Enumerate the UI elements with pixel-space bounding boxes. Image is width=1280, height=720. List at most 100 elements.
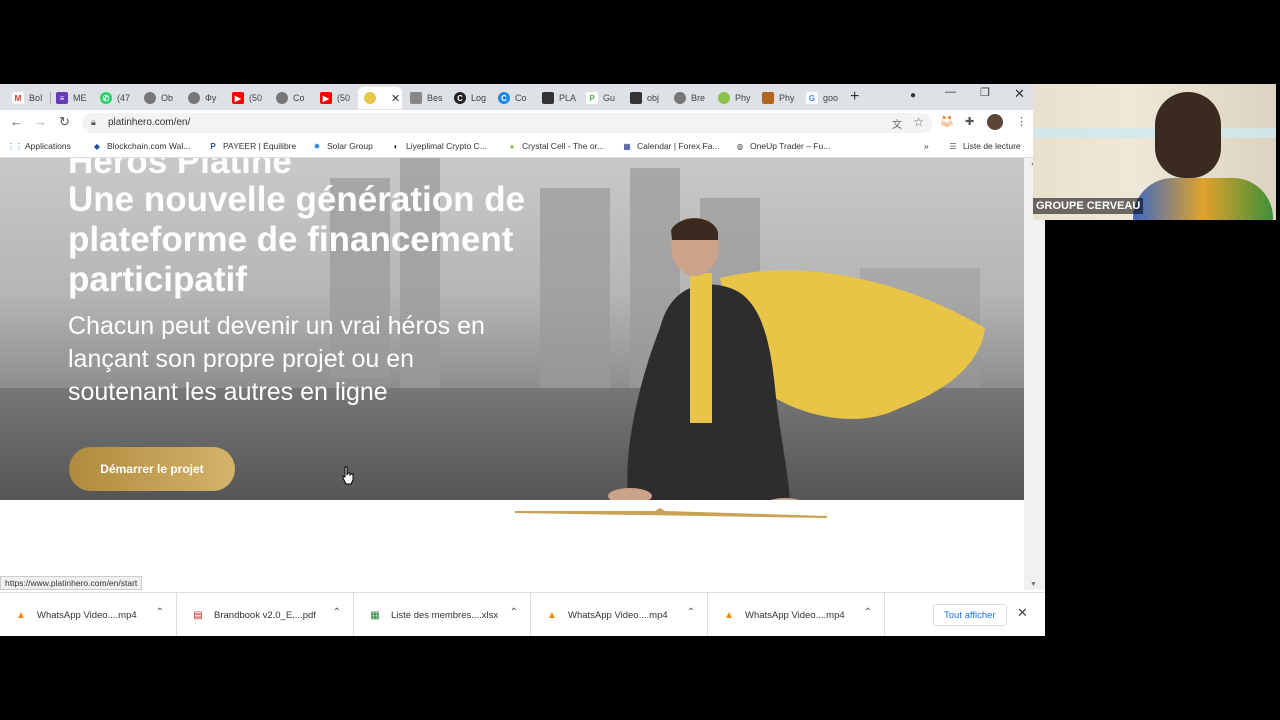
- browser-window: M Boî ≡ ME ✆ (47 Ob Фу ▶ (50 Co ▶ (50 ✕ …: [0, 84, 1045, 636]
- tab[interactable]: G goo: [800, 87, 842, 109]
- bookmark-item[interactable]: ✹ Solar Group: [312, 141, 373, 151]
- metamask-icon[interactable]: 🦊︎: [940, 115, 954, 128]
- site-icon: P: [586, 92, 598, 104]
- scroll-down-icon[interactable]: ▼: [1030, 581, 1037, 588]
- back-icon[interactable]: ←: [10, 114, 23, 129]
- page-viewport: Héros Platine Une nouvelle génération de…: [0, 158, 1045, 590]
- hero-title: Une nouvelle génération de plateforme de…: [68, 180, 526, 299]
- tab-search-icon[interactable]: ●: [910, 90, 916, 101]
- globe-icon: [674, 92, 686, 104]
- tab[interactable]: ✆ (47: [94, 87, 136, 109]
- participant-name: GROUPE CERVEAU: [1033, 198, 1144, 214]
- close-icon[interactable]: ✕: [1017, 605, 1028, 621]
- tab-label: goo: [823, 93, 839, 103]
- scrollbar[interactable]: ▲ ▼: [1024, 158, 1045, 590]
- url-text[interactable]: platinhero.com/en/: [108, 117, 190, 128]
- tab[interactable]: C Log: [448, 87, 490, 109]
- tab[interactable]: P Gu: [580, 87, 622, 109]
- minimize-icon[interactable]: —: [945, 86, 956, 98]
- download-name: Brandbook v2.0_E....pdf: [214, 609, 316, 621]
- close-window-icon[interactable]: ✕: [1014, 86, 1025, 102]
- tab-label: Co: [293, 93, 305, 103]
- bookmark-item[interactable]: ▦ Calendar | Forex Fa...: [622, 141, 720, 151]
- status-url: https://www.platinhero.com/en/start: [0, 576, 143, 590]
- screen: M Boî ≡ ME ✆ (47 Ob Фу ▶ (50 Co ▶ (50 ✕ …: [0, 0, 1280, 720]
- forward-icon[interactable]: →: [34, 114, 47, 129]
- tab[interactable]: Фу: [182, 87, 224, 109]
- new-tab-button[interactable]: +: [850, 88, 859, 106]
- download-item[interactable]: ▤ Brandbook v2.0_E....pdf ⌃: [177, 593, 354, 636]
- site-icon: [630, 92, 642, 104]
- tab-label: Phy: [735, 93, 751, 103]
- download-item[interactable]: ▲ WhatsApp Video....mp4 ⌃: [708, 593, 885, 636]
- menu-icon[interactable]: ⋮: [1016, 115, 1027, 128]
- translate-icon[interactable]: 文: [892, 116, 902, 131]
- chevron-up-icon[interactable]: ⌃: [687, 607, 695, 618]
- tie-shape: [690, 273, 712, 423]
- superhero-businessman-image: [608, 218, 985, 500]
- site-icon: C: [454, 92, 466, 104]
- toolbar: ← → ↻ 🔒︎ platinhero.com/en/ 文 ☆ 🦊︎ ✚ ⋮: [0, 110, 1045, 136]
- bookmarks-bar: ⋮⋮ Applications ◆ Blockchain.com Wal... …: [0, 136, 1045, 158]
- extensions-icon[interactable]: ✚: [965, 115, 974, 128]
- bookmark-item[interactable]: ⋮⋮ Applications: [7, 141, 71, 151]
- bookmark-item[interactable]: P PAYEER | Équilibre: [208, 141, 296, 151]
- bookmark-label: Liyeplimal Crypto C...: [406, 141, 487, 151]
- reload-icon[interactable]: ↻: [59, 114, 70, 130]
- tab[interactable]: C Co: [492, 87, 534, 109]
- tab[interactable]: Phy: [712, 87, 754, 109]
- chevron-up-icon[interactable]: ⌃: [864, 607, 872, 618]
- bookmark-item[interactable]: ◐ Liyeplimal Crypto C...: [391, 141, 487, 151]
- tab[interactable]: Bre: [668, 87, 710, 109]
- tab-label: Co: [515, 93, 527, 103]
- payeer-icon: P: [210, 141, 216, 151]
- download-item[interactable]: ▲ WhatsApp Video....mp4 ⌃: [531, 593, 708, 636]
- reading-list-icon: ☰: [949, 141, 957, 151]
- address-bar[interactable]: 🔒︎ platinhero.com/en/ 文 ☆: [82, 113, 932, 133]
- chevron-up-icon[interactable]: ⌃: [333, 607, 341, 618]
- reading-list-button[interactable]: ☰ Liste de lecture: [948, 141, 1020, 151]
- bookmark-item[interactable]: ◍ OneUp Trader – Fu...: [735, 141, 831, 151]
- tab[interactable]: M Boî: [6, 87, 48, 109]
- tab-label: Phy: [779, 93, 795, 103]
- restore-icon[interactable]: ❐: [980, 86, 990, 99]
- show-all-button[interactable]: Tout afficher: [933, 604, 1007, 626]
- close-icon[interactable]: ✕: [391, 92, 400, 105]
- bookmark-star-icon[interactable]: ☆: [913, 115, 924, 129]
- download-name: WhatsApp Video....mp4: [745, 609, 845, 621]
- tab[interactable]: ≡ ME: [50, 87, 92, 109]
- tab-active[interactable]: ✕: [358, 87, 402, 109]
- gmail-icon: M: [12, 92, 24, 104]
- bookmark-label: Solar Group: [327, 141, 373, 151]
- hero-title-cut: Héros Platine: [68, 158, 292, 181]
- tab-label: Bes: [427, 93, 443, 103]
- downloads-bar: ▲ WhatsApp Video....mp4 ⌃ ▤ Brandbook v2…: [0, 592, 1045, 636]
- bookmark-label: Blockchain.com Wal...: [107, 141, 191, 151]
- chevron-up-icon[interactable]: ⌃: [510, 607, 518, 618]
- tab-label: Log: [471, 93, 487, 103]
- tab[interactable]: Ob: [138, 87, 180, 109]
- google-icon: G: [806, 92, 818, 104]
- chevron-up-icon[interactable]: ⌃: [156, 607, 164, 618]
- tab[interactable]: Bes: [404, 87, 446, 109]
- bookmark-label: Calendar | Forex Fa...: [637, 141, 720, 151]
- download-item[interactable]: ▦ Liste des membres....xlsx ⌃: [354, 593, 531, 636]
- tab[interactable]: ▶ (50: [314, 87, 356, 109]
- bookmark-item[interactable]: ◆ Blockchain.com Wal...: [92, 141, 190, 151]
- start-project-button[interactable]: Démarrer le projet: [69, 447, 235, 491]
- vlc-icon: ▲: [724, 609, 734, 621]
- bookmark-item[interactable]: ● Crystal Cell - The or...: [507, 141, 604, 151]
- tab[interactable]: obj: [624, 87, 666, 109]
- tab[interactable]: PLA: [536, 87, 578, 109]
- tab-label: Boî: [29, 93, 43, 103]
- globe-icon: ◍: [736, 141, 744, 151]
- globe-icon: [276, 92, 288, 104]
- tab[interactable]: Phy: [756, 87, 798, 109]
- more-bookmarks-icon[interactable]: »: [924, 141, 929, 151]
- avatar[interactable]: [987, 114, 1003, 130]
- tab[interactable]: Co: [270, 87, 312, 109]
- bookmark-label: OneUp Trader – Fu...: [750, 141, 831, 151]
- download-item[interactable]: ▲ WhatsApp Video....mp4 ⌃: [0, 593, 177, 636]
- excel-icon: ▦: [370, 609, 380, 621]
- tab[interactable]: ▶ (50: [226, 87, 268, 109]
